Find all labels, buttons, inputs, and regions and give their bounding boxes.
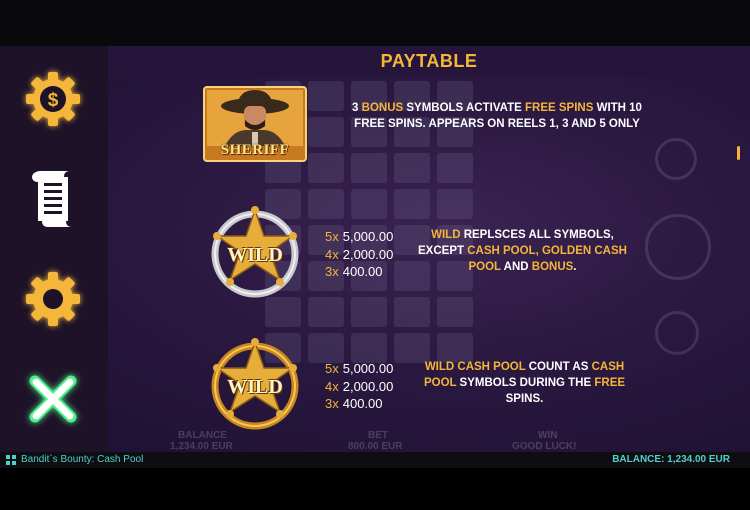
svg-text:$: $: [48, 90, 59, 111]
sheriff-description: 3 BONUS SYMBOLS ACTIVATE FREE SPINS WITH…: [352, 100, 642, 132]
background-reel-cell: [308, 189, 344, 219]
paytable-button[interactable]: [22, 168, 84, 230]
settings-button[interactable]: [22, 268, 84, 330]
background-reel-cell: [437, 153, 473, 183]
background-autoplay-control: [655, 138, 697, 180]
bg-win-value: GOOD LUCK!: [512, 441, 577, 452]
gear-icon: [26, 272, 80, 326]
silver-wild-payouts: 5x 5,000.00 4x 2,000.00 3x 400.00: [325, 228, 393, 281]
silver-wild-description: WILD REPLSCES ALL SYMBOLS, EXCEPT CASH P…: [410, 227, 635, 275]
gold-wild-symbol: WILD: [207, 338, 303, 439]
bet-settings-button[interactable]: $: [22, 68, 84, 130]
sheriff-bonus-symbol: SHERIFF: [203, 86, 307, 167]
background-reel-cell: [437, 297, 473, 327]
payout-line: 5x 5,000.00: [325, 360, 393, 378]
payout-value: 5,000.00: [342, 361, 394, 376]
sheriff-symbol-label: SHERIFF: [220, 142, 290, 158]
payout-value: 2,000.00: [342, 378, 394, 394]
background-reel-cell: [351, 189, 387, 219]
description-text: 3: [352, 102, 362, 114]
payout-line: 5x 5,000.00: [325, 228, 393, 246]
dollar-gear-icon: $: [26, 72, 80, 126]
close-button[interactable]: [22, 368, 84, 430]
background-reel-cell: [351, 333, 387, 363]
payout-value: 400.00: [342, 396, 383, 411]
game-name: Bandit`s Bounty: Cash Pool: [21, 454, 144, 465]
grid-icon[interactable]: [6, 455, 16, 465]
bg-balance-value: 1,234.00 EUR: [170, 441, 233, 452]
payout-value: 5,000.00: [342, 229, 394, 244]
gold-wild-payouts: 5x 5,000.00 4x 2,000.00 3x 400.00: [325, 360, 393, 413]
background-reel-cell: [308, 333, 344, 363]
payout-multiplier: 5x: [325, 361, 339, 376]
payout-line: 3x 400.00: [325, 395, 393, 413]
description-text: SYMBOLS DURING THE: [456, 377, 595, 389]
silver-wild-symbol: WILD: [207, 206, 303, 307]
highlight-text: WILD CASH POOL: [424, 361, 526, 373]
status-balance: BALANCE: 1,234.00 EUR: [612, 454, 730, 465]
highlight-text: FREE SPINS: [525, 102, 594, 114]
background-reel-cell: [394, 153, 430, 183]
background-reel-cell: [308, 81, 344, 111]
bg-win-label: WIN: [538, 430, 558, 441]
payout-line: 3x 400.00: [325, 263, 393, 281]
background-spin-control: [645, 214, 711, 280]
scrollbar[interactable]: [737, 146, 740, 160]
bottom-fill: [0, 468, 750, 510]
description-text: AND: [500, 261, 532, 273]
background-reel-cell: [351, 297, 387, 327]
description-text: SYMBOLS ACTIVATE: [403, 102, 525, 114]
close-icon: [29, 375, 77, 423]
payout-multiplier: 4x: [325, 246, 339, 262]
description-text: COUNT AS: [525, 361, 592, 373]
background-reel-cell: [351, 153, 387, 183]
highlight-text: BONUS: [361, 102, 404, 114]
payout-value: 2,000.00: [342, 246, 394, 262]
background-reel-cell: [437, 189, 473, 219]
highlight-text: FREE: [594, 377, 626, 389]
bg-bet-value: 800.00 EUR: [348, 441, 403, 452]
payout-line: 4x 2,000.00: [325, 378, 393, 396]
highlight-text: BONUS: [531, 261, 574, 273]
silver-wild-label: WILD: [227, 244, 283, 266]
payout-multiplier: 5x: [325, 229, 339, 244]
background-reel-cell: [308, 117, 344, 147]
payout-multiplier: 4x: [325, 378, 339, 394]
background-reel-cell: [394, 297, 430, 327]
gold-wild-label: WILD: [227, 376, 283, 398]
background-reel-cell: [394, 189, 430, 219]
payout-line: 4x 2,000.00: [325, 246, 393, 264]
description-text: .: [573, 261, 577, 273]
payout-multiplier: 3x: [325, 396, 339, 411]
description-text: SPINS.: [505, 393, 544, 405]
gold-wild-description: WILD CASH POOL COUNT AS CASH POOL SYMBOL…: [412, 359, 637, 407]
page-title: PAYTABLE: [108, 46, 750, 76]
payout-multiplier: 3x: [325, 264, 339, 279]
background-reel-cell: [308, 297, 344, 327]
bg-bet-label: BET: [368, 430, 388, 441]
sidebar: $: [0, 46, 108, 452]
paytable-stage: BALANCE 1,234.00 EUR BET 800.00 EUR WIN …: [0, 46, 750, 452]
highlight-text: WILD: [431, 229, 461, 241]
background-turbo-control: [655, 311, 699, 355]
top-bar: [0, 0, 750, 46]
status-bar: Bandit`s Bounty: Cash Pool BALANCE: 1,23…: [0, 452, 750, 468]
scroll-icon: [32, 171, 72, 227]
background-reel-cell: [308, 153, 344, 183]
payout-value: 400.00: [342, 264, 383, 279]
